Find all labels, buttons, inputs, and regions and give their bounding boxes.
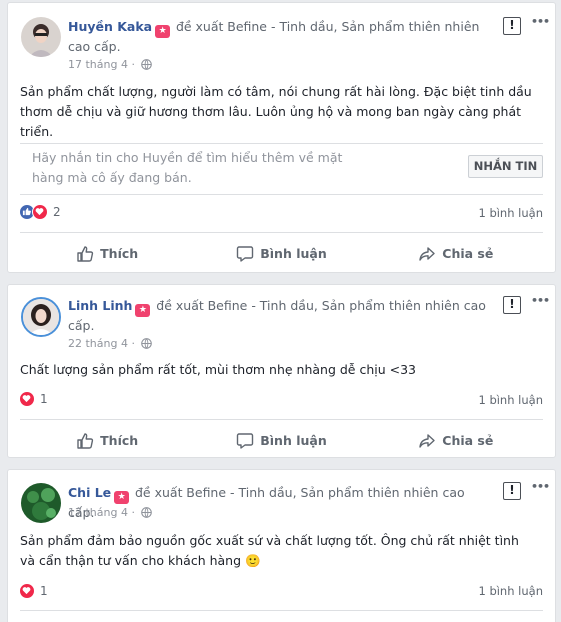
comment-count[interactable]: 1 bình luận bbox=[478, 584, 543, 598]
author-name[interactable]: Huyền Kaka bbox=[68, 19, 152, 34]
love-reaction-icon bbox=[19, 391, 35, 407]
reaction-count: 1 bbox=[40, 584, 48, 598]
share-button[interactable]: Chia sẻ bbox=[369, 611, 543, 622]
share-button[interactable]: Chia sẻ bbox=[369, 420, 543, 461]
globe-icon bbox=[141, 338, 153, 352]
avatar[interactable] bbox=[21, 17, 61, 57]
avatar[interactable] bbox=[21, 297, 61, 337]
thumbs-up-icon bbox=[77, 432, 94, 449]
comment-count[interactable]: 1 bình luận bbox=[478, 206, 543, 220]
like-button[interactable]: Thích bbox=[20, 420, 194, 461]
reactions-summary[interactable]: 1 bbox=[19, 391, 48, 407]
recommend-star-icon: ★ bbox=[155, 25, 171, 38]
reaction-count: 1 bbox=[40, 392, 48, 406]
thumbs-up-icon bbox=[77, 245, 94, 262]
review-header: Linh Linh ★ đề xuất Befine - Tinh dầu, Sả… bbox=[68, 297, 493, 334]
share-label: Chia sẻ bbox=[442, 433, 494, 448]
action-bar: Thích Bình luận Chia sẻ bbox=[20, 232, 543, 274]
message-button[interactable]: NHẮN TIN bbox=[468, 155, 543, 178]
share-button[interactable]: Chia sẻ bbox=[369, 233, 543, 274]
comment-button[interactable]: Bình luận bbox=[194, 611, 368, 622]
action-bar: Thích Bình luận Chia sẻ bbox=[20, 419, 543, 461]
post-meta: 22 tháng 4 · bbox=[68, 337, 153, 352]
post-date[interactable]: 17 tháng 4 · bbox=[68, 58, 135, 71]
message-prompt-box: Hãy nhắn tin cho Huyền để tìm hiểu thêm … bbox=[20, 143, 543, 195]
comment-count[interactable]: 1 bình luận bbox=[478, 393, 543, 407]
action-bar: Thích Bình luận Chia sẻ bbox=[20, 610, 543, 622]
recommends-label: đề xuất bbox=[156, 298, 204, 313]
post-meta: 17 tháng 4 · bbox=[68, 58, 153, 73]
reaction-count: 2 bbox=[53, 205, 61, 219]
reactions-summary[interactable]: 1 bbox=[19, 583, 48, 599]
globe-icon bbox=[141, 507, 153, 521]
like-label: Thích bbox=[100, 246, 139, 261]
more-options-icon[interactable]: ••• bbox=[531, 480, 550, 496]
review-text: Chất lượng sản phẩm rất tốt, mùi thơm nh… bbox=[20, 362, 417, 377]
share-icon bbox=[419, 433, 435, 448]
like-button[interactable]: Thích bbox=[20, 611, 194, 622]
author-name[interactable]: Linh Linh bbox=[68, 298, 132, 313]
more-options-icon[interactable]: ••• bbox=[531, 294, 550, 310]
comment-label: Bình luận bbox=[260, 246, 327, 261]
recommends-label: đề xuất bbox=[175, 19, 224, 34]
review-card: Chi Le ★ đề xuất Befine - Tinh dầu, Sản p… bbox=[7, 469, 556, 622]
author-name[interactable]: Chi Le bbox=[68, 485, 111, 500]
recommend-star-icon: ★ bbox=[135, 304, 151, 317]
post-date[interactable]: 22 tháng 4 · bbox=[68, 337, 135, 350]
comment-icon bbox=[237, 245, 254, 262]
post-meta: 17 tháng 4 · bbox=[68, 506, 153, 521]
comment-button[interactable]: Bình luận bbox=[194, 233, 368, 274]
report-icon[interactable]: ! bbox=[503, 17, 521, 35]
comment-button[interactable]: Bình luận bbox=[194, 420, 368, 461]
review-text: Sản phẩm đảm bảo nguồn gốc xuất sứ và ch… bbox=[20, 533, 519, 568]
avatar[interactable] bbox=[21, 483, 61, 523]
love-reaction-icon bbox=[32, 204, 48, 220]
share-label: Chia sẻ bbox=[442, 246, 494, 261]
comment-label: Bình luận bbox=[260, 433, 327, 448]
report-icon[interactable]: ! bbox=[503, 482, 521, 500]
review-card: Huyền Kaka ★ đề xuất Befine - Tinh dầu, S… bbox=[7, 2, 556, 273]
review-text: Sản phẩm chất lượng, người làm có tâm, n… bbox=[20, 84, 532, 139]
more-options-icon[interactable]: ••• bbox=[531, 15, 550, 31]
review-card: Linh Linh ★ đề xuất Befine - Tinh dầu, Sả… bbox=[7, 284, 556, 458]
report-icon[interactable]: ! bbox=[503, 296, 521, 314]
love-reaction-icon bbox=[19, 583, 35, 599]
post-date[interactable]: 17 tháng 4 · bbox=[68, 506, 135, 519]
like-button[interactable]: Thích bbox=[20, 233, 194, 274]
share-icon bbox=[419, 246, 435, 261]
review-header: Huyền Kaka ★ đề xuất Befine - Tinh dầu, S… bbox=[68, 18, 493, 55]
reactions-summary[interactable]: 2 bbox=[19, 204, 61, 220]
recommend-star-icon: ★ bbox=[114, 491, 130, 504]
like-label: Thích bbox=[100, 433, 139, 448]
globe-icon bbox=[141, 59, 153, 73]
comment-icon bbox=[237, 432, 254, 449]
message-prompt-text: Hãy nhắn tin cho Huyền để tìm hiểu thêm … bbox=[32, 150, 343, 185]
recommends-label: đề xuất bbox=[134, 485, 183, 500]
